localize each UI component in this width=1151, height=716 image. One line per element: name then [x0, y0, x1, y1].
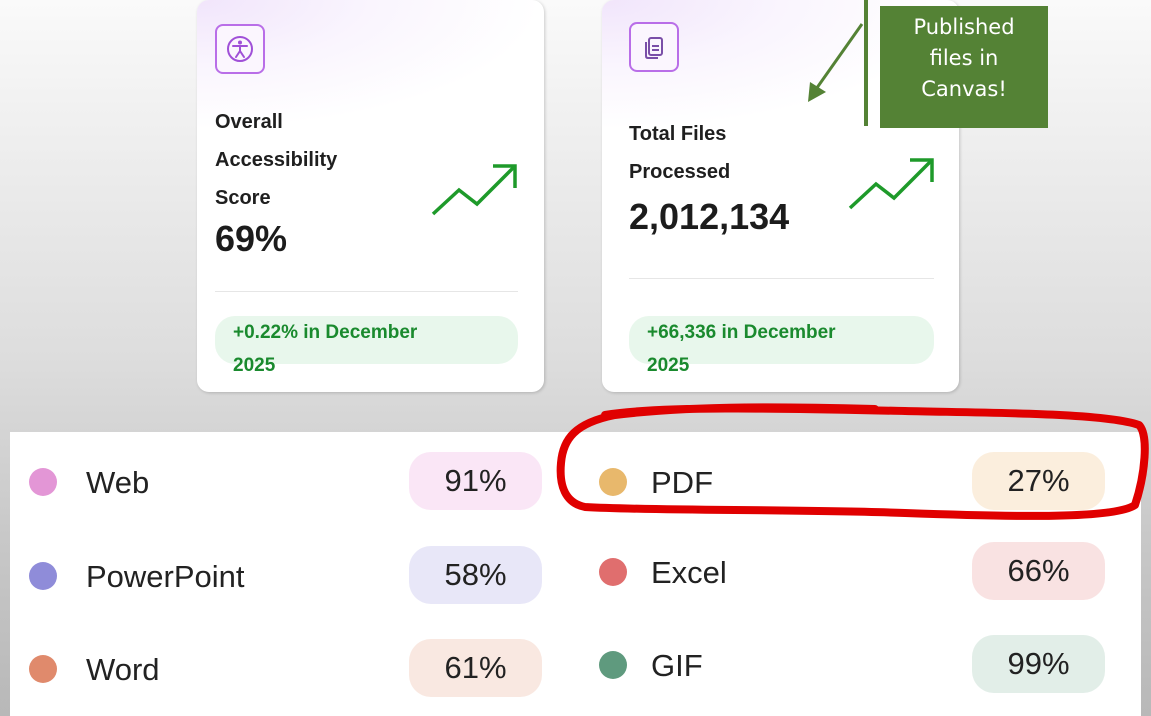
- callout-text: Published: [913, 15, 1015, 39]
- legend-percentage-badge: 66%: [972, 542, 1105, 600]
- legend-item-gif: GIF 99%: [599, 635, 1107, 695]
- metric-value: 69%: [215, 218, 288, 259]
- metric-label-line: Overall: [215, 111, 283, 133]
- legend-dot: [29, 562, 57, 590]
- legend-dot: [599, 651, 627, 679]
- card-divider: [215, 291, 518, 292]
- legend-label: Word: [86, 652, 160, 687]
- legend-item-excel: Excel 66%: [599, 542, 1107, 602]
- change-text: 2025: [647, 355, 690, 376]
- callout-text: Canvas!: [921, 77, 1007, 101]
- metric-label: Overall Accessibility Score: [215, 103, 385, 217]
- trending-up-icon: [431, 164, 517, 216]
- trending-up-icon: [848, 158, 934, 210]
- legend-dot: [29, 468, 57, 496]
- metric-label-line: Score: [215, 187, 271, 209]
- change-text: +0.22% in December: [233, 322, 418, 343]
- change-text: 2025: [233, 355, 276, 376]
- legend-label: PowerPoint: [86, 559, 245, 594]
- accessibility-icon: [215, 24, 265, 74]
- legend-label: Web: [86, 465, 150, 500]
- monthly-change-badge: +66,336 in December 2025: [629, 316, 934, 376]
- metric-value: 2,012,134: [629, 196, 790, 237]
- accessibility-score-card: Overall Accessibility Score 69% +0.22% i…: [197, 0, 544, 392]
- legend-dot: [599, 558, 627, 586]
- monthly-change-badge: +0.22% in December 2025: [215, 316, 518, 376]
- card-divider: [629, 278, 934, 279]
- legend-percentage-badge: 61%: [409, 639, 542, 697]
- highlight-circle: [556, 403, 1149, 520]
- legend-dot: [29, 655, 57, 683]
- legend-label: GIF: [651, 648, 703, 683]
- callout-arrow-icon: [808, 23, 864, 102]
- metric-label-line: Processed: [629, 161, 731, 183]
- legend-label: Excel: [651, 555, 727, 590]
- change-text: +66,336 in December: [647, 322, 836, 343]
- callout-text: files in: [929, 46, 999, 70]
- metric-label-line: Accessibility: [215, 149, 338, 171]
- metric-label: Total Files Processed: [629, 115, 789, 191]
- legend-percentage-badge: 58%: [409, 546, 542, 604]
- legend-percentage-badge: 91%: [409, 452, 542, 510]
- legend-percentage-badge: 99%: [972, 635, 1105, 693]
- files-icon: [629, 22, 679, 72]
- callout-note: Published files in Canvas!: [880, 6, 1048, 128]
- metric-label-line: Total Files: [629, 123, 727, 145]
- legend-item-web: Web 91%: [29, 452, 542, 512]
- legend-item-powerpoint: PowerPoint 58%: [29, 546, 542, 606]
- legend-item-word: Word 61%: [29, 639, 542, 699]
